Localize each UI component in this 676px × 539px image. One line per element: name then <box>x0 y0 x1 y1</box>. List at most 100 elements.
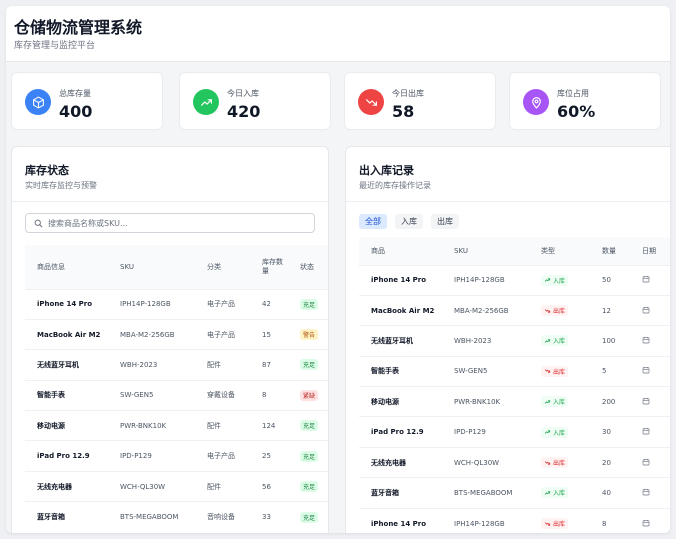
type-cell: 入库 <box>529 264 590 296</box>
product-name: 无线充电器 <box>359 446 442 478</box>
table-row[interactable]: 无线蓝牙耳机 WBH-2023 配件 87 充足 <box>25 349 328 381</box>
table-row[interactable]: 无线充电器 WCH-QL30W 出库 20 <box>359 446 670 478</box>
calendar-icon <box>642 519 650 527</box>
calendar-icon <box>642 275 650 283</box>
column-header-sku: SKU <box>108 245 195 289</box>
status-badge: 充足 <box>300 298 319 310</box>
date-cell <box>630 355 670 387</box>
trend-up-icon <box>544 338 551 344</box>
inventory-table-body: iPhone 14 Pro IPH14P-128GB 电子产品 42 充足 MacBook… <box>25 288 328 533</box>
table-row[interactable]: 智能手表 SW-GEN5 出库 5 <box>359 355 670 387</box>
quantity-cell: 124 <box>250 410 288 441</box>
quantity-cell: 50 <box>590 264 630 296</box>
table-header-row: 商品 SKU 类型 数量 日期 <box>359 237 670 265</box>
quantity-cell: 8 <box>590 507 630 533</box>
type-badge: 出库 <box>541 365 569 377</box>
app-subtitle: 库存管理与监控平台 <box>14 41 96 51</box>
table-row[interactable]: iPad Pro 12.9 IPD-P129 入库 30 <box>359 416 670 448</box>
filter-tab-outbound[interactable]: 出库 <box>431 214 459 229</box>
type-label: 出库 <box>553 521 566 529</box>
panel-title: 出入库记录 <box>359 164 414 177</box>
status-badge: 充足 <box>300 511 319 523</box>
quantity-cell: 87 <box>250 349 288 381</box>
filter-tab-all[interactable]: 全部 <box>359 214 387 229</box>
quantity-cell: 12 <box>590 294 630 326</box>
table-row[interactable]: iPad Pro 12.9 IPD-P129 电子产品 25 充足 <box>25 440 328 472</box>
product-name: 无线蓝牙耳机 <box>359 325 442 357</box>
stat-card-total-stock: 总库存量 400 <box>11 72 163 130</box>
type-cell: 入库 <box>529 477 590 509</box>
category-cell: 配件 <box>195 349 250 381</box>
type-cell: 入库 <box>529 386 590 417</box>
type-cell: 出库 <box>529 446 590 478</box>
type-badge: 入库 <box>541 335 569 347</box>
table-row[interactable]: MacBook Air M2 MBA-M2-256GB 电子产品 15 警告 <box>25 318 328 350</box>
type-label: 出库 <box>553 460 566 468</box>
table-row[interactable]: 移动电源 PWR-BNK10K 配件 124 充足 <box>25 410 328 441</box>
status-badge: 警告 <box>300 329 319 341</box>
product-name: 移动电源 <box>359 386 442 417</box>
date-cell <box>630 264 670 296</box>
calendar-icon <box>642 488 650 496</box>
type-badge: 入库 <box>541 274 569 286</box>
search-input[interactable] <box>48 216 308 230</box>
sku-cell: WCH-QL30W <box>442 446 529 478</box>
type-badge: 入库 <box>541 487 569 499</box>
status-cell: 充足 <box>288 470 328 502</box>
status-cell: 充足 <box>288 288 328 320</box>
panel-subtitle: 实时库存监控与预警 <box>25 181 97 190</box>
type-label: 出库 <box>553 308 566 316</box>
column-header-quantity: 库存数量 <box>250 245 288 289</box>
column-header-category: 分类 <box>195 245 250 289</box>
status-badge: 充足 <box>300 420 319 432</box>
calendar-icon <box>642 397 650 405</box>
quantity-cell: 40 <box>590 477 630 509</box>
type-label: 入库 <box>553 399 566 407</box>
product-name: MacBook Air M2 <box>359 294 442 326</box>
type-badge: 入库 <box>541 426 569 438</box>
quantity-cell: 42 <box>250 288 288 320</box>
sku-cell: MBA-M2-256GB <box>442 294 529 326</box>
table-row[interactable]: 智能手表 SW-GEN5 穿戴设备 8 紧缺 <box>25 379 328 411</box>
date-cell <box>630 446 670 478</box>
filter-tab-inbound[interactable]: 入库 <box>395 214 423 229</box>
quantity-cell: 33 <box>250 501 288 533</box>
status-cell: 充足 <box>288 501 328 533</box>
status-cell: 充足 <box>288 440 328 472</box>
sku-cell: SW-GEN5 <box>442 355 529 387</box>
product-name: 无线蓝牙耳机 <box>25 349 108 381</box>
table-row[interactable]: iPhone 14 Pro IPH14P-128GB 电子产品 42 充足 <box>25 288 328 320</box>
header: 仓储物流管理系统 库存管理与监控平台 <box>6 6 670 62</box>
table-row[interactable]: 无线充电器 WCH-QL30W 配件 56 充足 <box>25 470 328 502</box>
status-badge: 充足 <box>300 450 319 462</box>
table-row[interactable]: iPhone 14 Pro IPH14P-128GB 出库 8 <box>359 507 670 533</box>
column-header-type: 类型 <box>529 237 590 265</box>
cube-icon <box>25 89 51 115</box>
stat-card-today-inbound: 今日入库 420 <box>179 72 331 130</box>
panel-title: 库存状态 <box>25 164 69 177</box>
table-row[interactable]: iPhone 14 Pro IPH14P-128GB 入库 50 <box>359 264 670 296</box>
category-cell: 配件 <box>195 470 250 502</box>
stat-value: 58 <box>392 102 415 121</box>
sku-cell: PWR-BNK10K <box>108 410 195 441</box>
calendar-icon <box>642 366 650 374</box>
table-row[interactable]: 蓝牙音箱 BTS-MEGABOOM 入库 40 <box>359 477 670 509</box>
type-label: 出库 <box>553 368 566 376</box>
table-row[interactable]: 移动电源 PWR-BNK10K 入库 200 <box>359 386 670 417</box>
table-row[interactable]: 蓝牙音箱 BTS-MEGABOOM 音响设备 33 充足 <box>25 501 328 533</box>
trend-up-icon <box>544 399 551 405</box>
divider <box>346 201 670 202</box>
trend-up-icon <box>544 490 551 496</box>
search-box[interactable] <box>25 213 315 233</box>
status-badge: 充足 <box>300 359 319 371</box>
sku-cell: IPH14P-128GB <box>442 507 529 533</box>
product-name: 智能手表 <box>25 379 108 411</box>
trend-up-icon <box>193 89 219 115</box>
status-badge: 紧缺 <box>300 389 319 401</box>
type-label: 入库 <box>553 277 566 285</box>
product-name: iPhone 14 Pro <box>359 264 442 296</box>
sku-cell: IPD-P129 <box>442 416 529 448</box>
sku-cell: IPD-P129 <box>108 440 195 472</box>
table-row[interactable]: 无线蓝牙耳机 WBH-2023 入库 100 <box>359 325 670 357</box>
table-row[interactable]: MacBook Air M2 MBA-M2-256GB 出库 12 <box>359 294 670 326</box>
